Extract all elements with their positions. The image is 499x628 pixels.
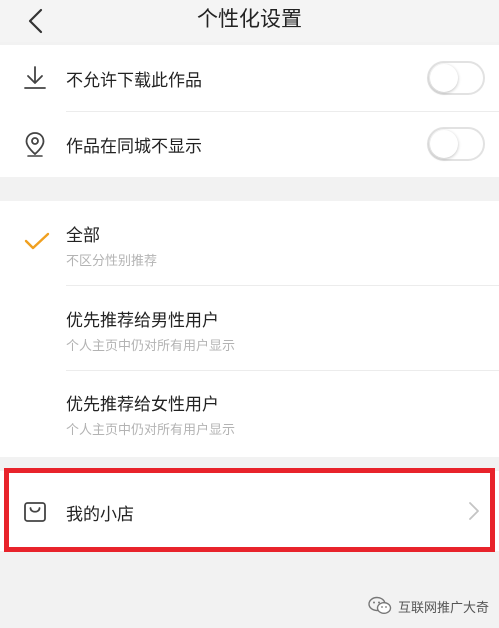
option-subtitle: 个人主页中仍对所有用户显示 [66,423,236,438]
download-setting-label: 不允许下载此作品 [66,71,202,91]
download-setting-row[interactable]: 不允许下载此作品 [0,45,499,111]
watermark-text: 互联网推广大奇 [397,600,489,616]
recommend-option-female[interactable]: 优先推荐给女性用户 个人主页中仍对所有用户显示 [0,371,499,455]
same-city-setting-row[interactable]: 作品在同城不显示 [0,112,499,177]
toggle-knob [430,130,458,158]
chevron-right-icon [469,502,479,520]
page-title: 个性化设置 [197,7,302,31]
download-icon [22,65,48,91]
settings-page: 个性化设置 不允许下载此作品 作品在同城不显示 全部 不区分性别推荐 优先推荐给… [0,0,499,628]
nav-header: 个性化设置 [0,0,499,42]
option-subtitle: 不区分性别推荐 [66,254,158,269]
option-subtitle: 个人主页中仍对所有用户显示 [66,339,236,354]
my-shop-label: 我的小店 [66,505,134,525]
privacy-card: 不允许下载此作品 作品在同城不显示 [0,45,499,177]
recommend-option-all[interactable]: 全部 不区分性别推荐 [0,201,499,285]
recommend-card: 全部 不区分性别推荐 优先推荐给男性用户 个人主页中仍对所有用户显示 优先推荐给… [0,201,499,457]
my-shop-row[interactable]: 我的小店 [0,471,499,551]
shopping-bag-icon [22,498,48,524]
toggle-knob [430,64,458,92]
same-city-toggle[interactable] [427,127,485,161]
option-title: 优先推荐给女性用户 [66,395,219,415]
back-button[interactable] [18,4,52,38]
option-title: 优先推荐给男性用户 [66,311,219,331]
option-title: 全部 [66,226,100,246]
location-icon [22,131,48,157]
download-toggle[interactable] [427,61,485,95]
same-city-setting-label: 作品在同城不显示 [66,137,202,157]
wechat-icon [368,596,392,615]
watermark: 互联网推广大奇 [368,596,489,616]
checkmark-icon [24,232,50,250]
back-arrow-icon [28,8,43,34]
recommend-option-male[interactable]: 优先推荐给男性用户 个人主页中仍对所有用户显示 [0,286,499,370]
shop-card: 我的小店 [0,471,499,551]
